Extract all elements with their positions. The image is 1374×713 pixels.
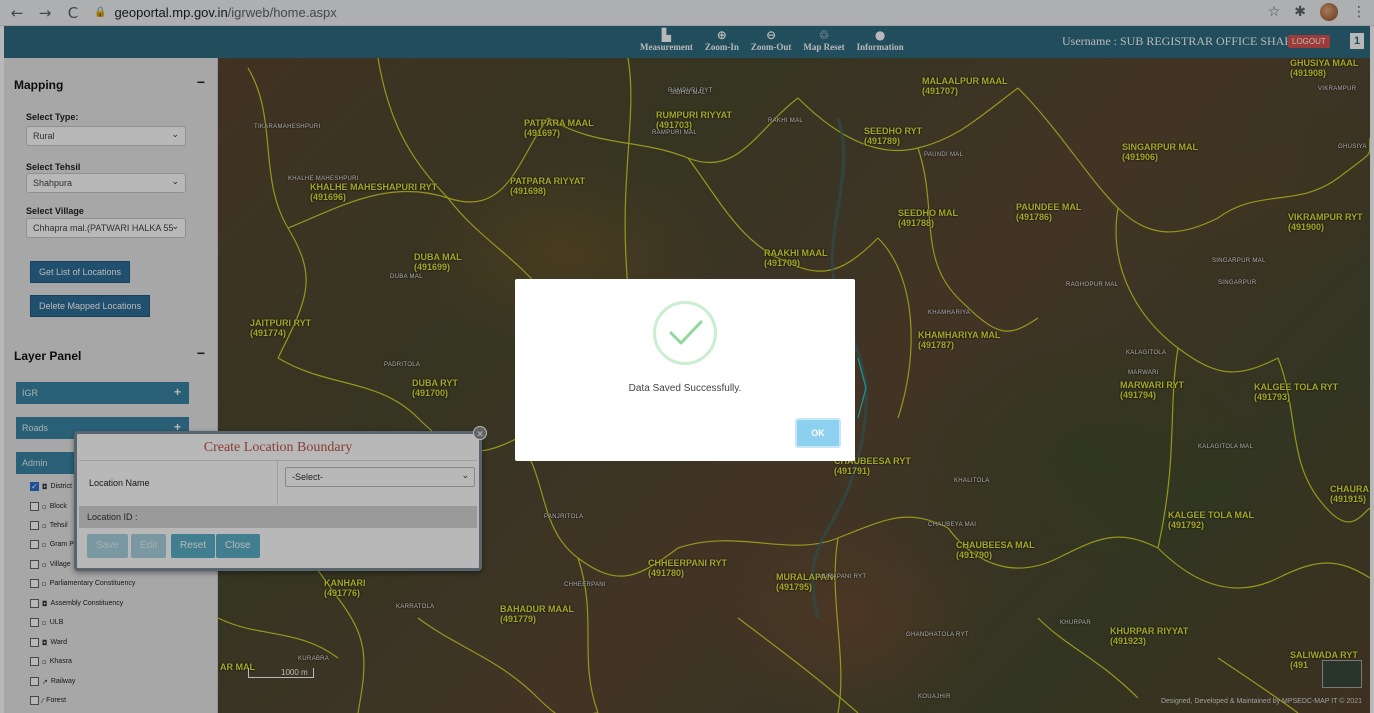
success-check-icon [653,301,717,365]
modal-message: Data Saved Successfully. [628,383,742,394]
success-modal: Data Saved Successfully. OK [515,279,855,461]
ok-button[interactable]: OK [795,418,841,448]
